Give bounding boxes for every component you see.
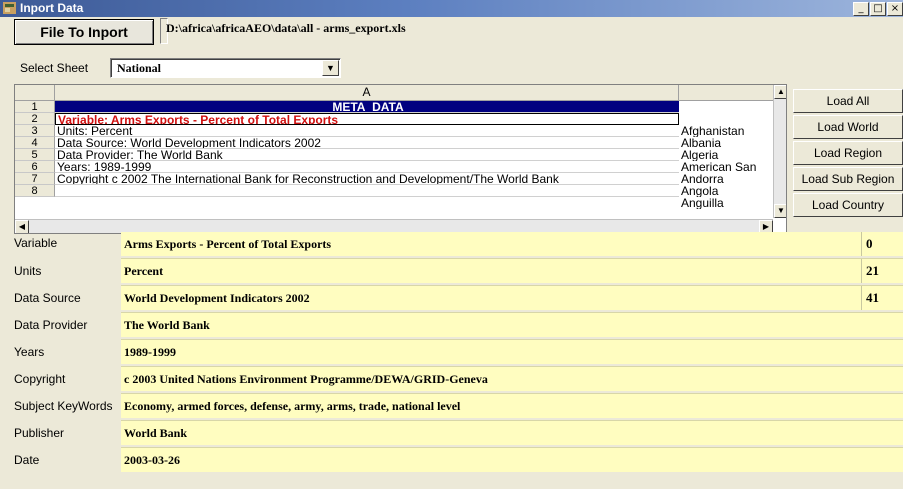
field-value-date[interactable]: 2003-03-26 (121, 448, 903, 472)
divider (121, 393, 903, 394)
file-path: D:\africa\africaAEO\data\all - arms_expo… (166, 21, 406, 35)
side-number[interactable]: 41 (861, 286, 903, 310)
country-item[interactable]: Algeria (679, 149, 773, 161)
country-item[interactable]: Albania (679, 137, 773, 149)
column-header-b[interactable] (679, 85, 773, 101)
row-header[interactable]: 3 (15, 125, 55, 137)
grid-corner (15, 85, 55, 101)
field-value-publisher[interactable]: World Bank (121, 421, 903, 445)
divider (121, 285, 903, 286)
field-label-units: Units (14, 264, 42, 278)
minimize-button[interactable]: _ (853, 2, 869, 16)
field-label-copyright: Copyright (14, 372, 66, 386)
field-value-years[interactable]: 1989-1999 (121, 340, 903, 364)
file-to-import-button[interactable]: File To Inport (14, 19, 154, 45)
arrow-down-icon[interactable]: ▼ (774, 204, 786, 218)
arrow-up-icon[interactable]: ▲ (774, 85, 786, 99)
row-header[interactable]: 4 (15, 137, 55, 149)
chevron-down-icon[interactable]: ▼ (322, 60, 339, 76)
close-button[interactable]: × (887, 2, 903, 16)
field-value-copyright[interactable]: c 2003 United Nations Environment Progra… (121, 367, 903, 391)
divider (121, 258, 903, 259)
field-label-variable: Variable (14, 236, 58, 250)
sheet-select[interactable]: National ▼ (110, 58, 341, 78)
side-number[interactable]: 0 (861, 232, 903, 256)
load-all-button[interactable]: Load All (793, 89, 903, 113)
column-header-a[interactable]: A (55, 85, 679, 101)
sheet-selected-value: National (117, 61, 162, 75)
load-region-button[interactable]: Load Region (793, 141, 903, 165)
field-label-date: Date (14, 453, 40, 467)
row-header[interactable]: 2 (15, 113, 55, 125)
meta-data-header-cell[interactable]: META_DATA (55, 101, 679, 113)
country-item[interactable]: Anguilla (679, 197, 773, 209)
divider (121, 312, 903, 313)
grid-cell[interactable]: Copyright c 2002 The International Bank … (55, 173, 679, 185)
horizontal-scrollbar[interactable]: ◀ ▶ (15, 219, 773, 233)
grid-cell[interactable]: Units: Percent (55, 125, 679, 137)
vertical-scrollbar[interactable]: ▲ ▼ (773, 85, 786, 218)
row-header[interactable]: 5 (15, 149, 55, 161)
divider (121, 339, 903, 340)
app-icon (3, 2, 16, 14)
field-label-subject-keywords: Subject KeyWords (14, 399, 113, 413)
maximize-button[interactable]: □ (870, 2, 886, 16)
divider (121, 420, 903, 421)
field-label-publisher: Publisher (14, 426, 65, 440)
field-value-variable[interactable]: Arms Exports - Percent of Total Exports (121, 232, 903, 256)
divider (121, 447, 903, 448)
row-header[interactable]: 6 (15, 161, 55, 173)
row-header[interactable]: 1 (15, 101, 55, 113)
spreadsheet-grid[interactable]: A 1 META_DATA 2 Variable: Arms Exports -… (14, 84, 787, 234)
field-label-data-source: Data Source (14, 291, 81, 305)
country-item[interactable]: Afghanistan (679, 125, 773, 137)
field-value-subject-keywords[interactable]: Economy, armed forces, defense, army, ar… (121, 394, 903, 418)
field-value-units[interactable]: Percent (121, 259, 903, 283)
load-sub-region-button[interactable]: Load Sub Region (793, 167, 903, 191)
country-item[interactable]: Angola (679, 185, 773, 197)
load-world-button[interactable]: Load World (793, 115, 903, 139)
variable-cell[interactable]: Variable: Arms Exports - Percent of Tota… (55, 113, 679, 125)
import-data-window: Inport Data _ □ × File To Inport D:\afri… (0, 0, 903, 489)
row-header[interactable]: 7 (15, 173, 55, 185)
select-sheet-label: Select Sheet (20, 61, 89, 75)
country-item[interactable]: Andorra (679, 173, 773, 185)
divider (121, 366, 903, 367)
field-value-data-provider[interactable]: The World Bank (121, 313, 903, 337)
field-label-years: Years (14, 345, 45, 359)
grid-cell[interactable] (55, 185, 679, 197)
field-label-data-provider: Data Provider (14, 318, 88, 332)
load-country-button[interactable]: Load Country (793, 193, 903, 217)
grid-cell[interactable]: Years: 1989-1999 (55, 161, 679, 173)
country-item[interactable]: American San (679, 161, 773, 173)
side-number[interactable]: 21 (861, 259, 903, 283)
grid-cell[interactable]: Data Provider: The World Bank (55, 149, 679, 161)
window-title: Inport Data (20, 1, 84, 15)
arrow-left-icon[interactable]: ◀ (15, 220, 29, 233)
title-bar[interactable]: Inport Data _ □ × (0, 0, 903, 17)
row-header[interactable]: 8 (15, 185, 55, 197)
field-value-data-source[interactable]: World Development Indicators 2002 (121, 286, 903, 310)
grid-cell[interactable]: Data Source: World Development Indicator… (55, 137, 679, 149)
